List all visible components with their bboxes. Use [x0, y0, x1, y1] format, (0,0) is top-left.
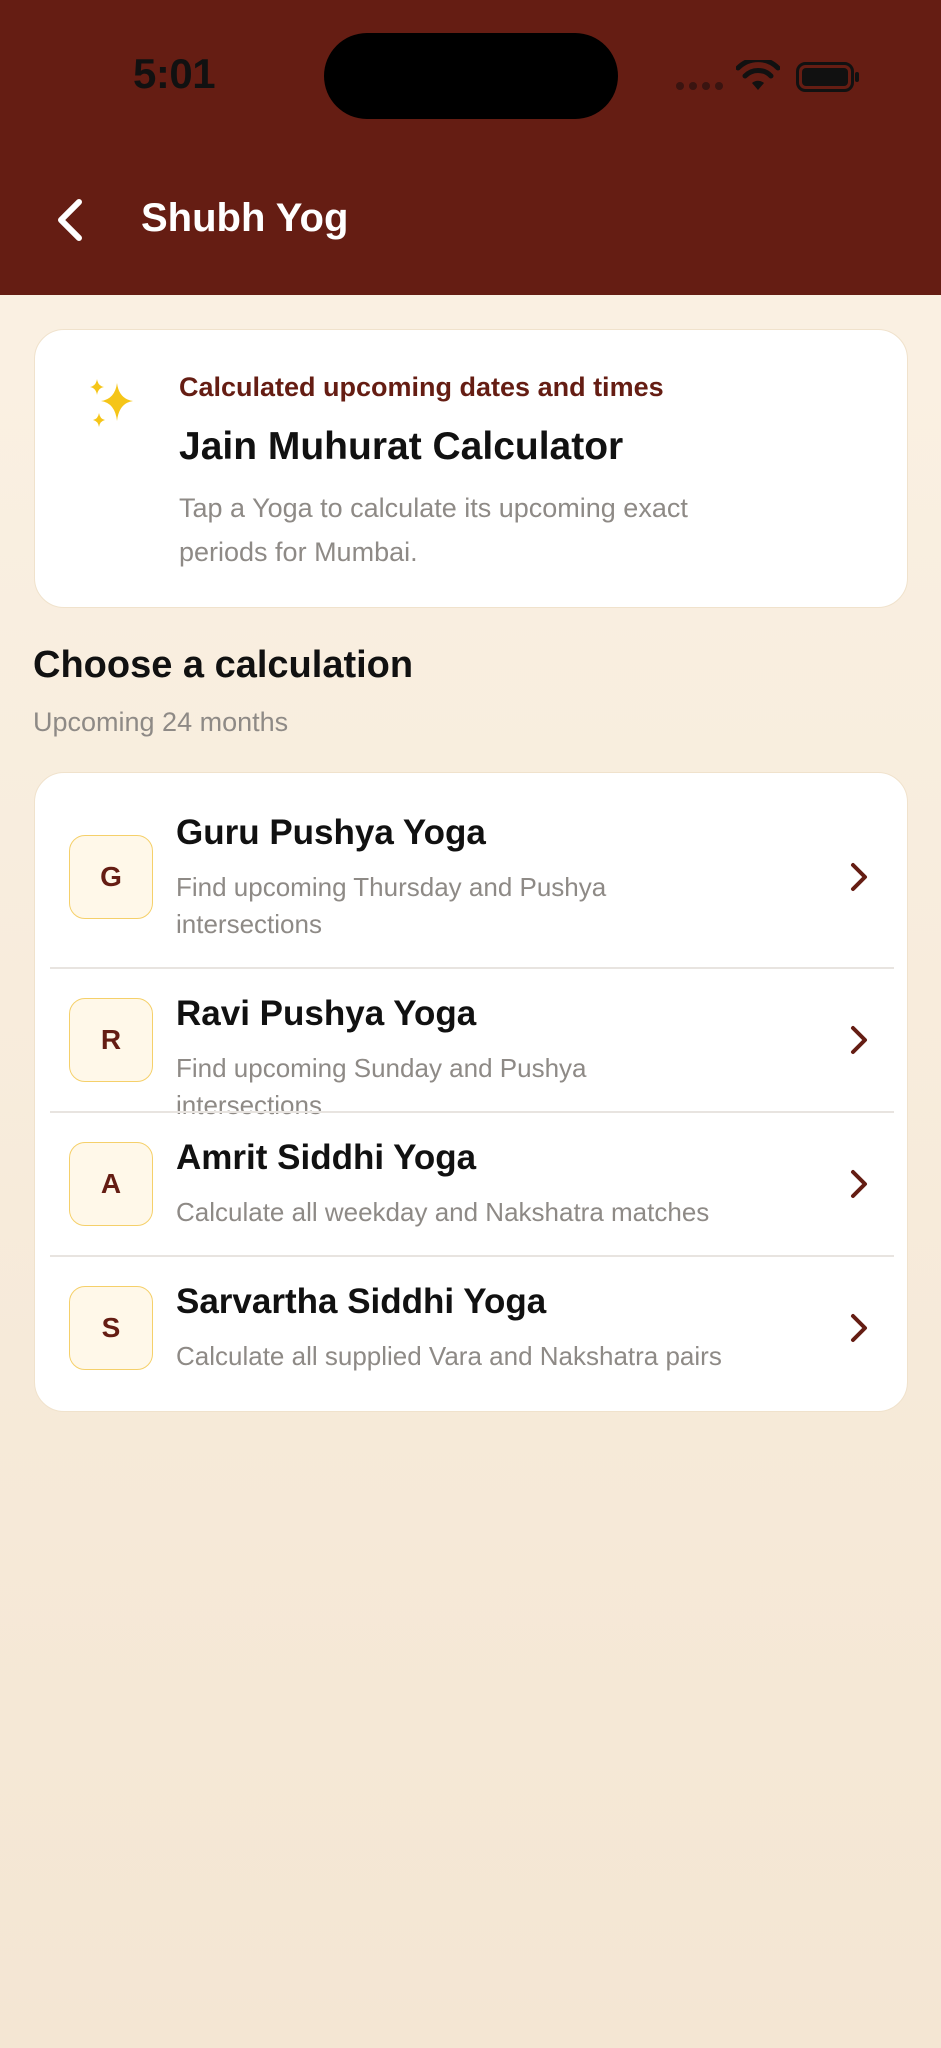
chevron-right-icon [851, 1170, 867, 1198]
chevron-right-icon [851, 863, 867, 891]
hero-eyebrow: Calculated upcoming dates and times [179, 372, 664, 402]
item-title: Ravi Pushya Yoga [176, 994, 477, 1033]
header-bar: 5:01 Shubh Yog [0, 0, 941, 295]
letter-badge: A [69, 1142, 153, 1226]
status-time: 5:01 [133, 50, 216, 97]
hero-description: Tap a Yoga to calculate its upcoming exa… [179, 493, 688, 567]
page-title: Shubh Yog [141, 196, 349, 240]
item-title: Amrit Siddhi Yoga [176, 1138, 477, 1177]
letter-badge: S [69, 1286, 153, 1370]
sparkles-icon [90, 379, 133, 427]
back-button[interactable] [44, 190, 96, 250]
letter-badge: R [69, 998, 153, 1082]
list-item-ravi-pushya-yoga[interactable]: R Ravi Pushya Yoga Find upcoming Sunday … [35, 969, 907, 1120]
hero-title: Jain Muhurat Calculator [179, 425, 624, 468]
wifi-icon [736, 60, 780, 90]
section-subtitle: Upcoming 24 months [33, 707, 289, 737]
chevron-right-icon [851, 1026, 867, 1054]
info-card: Calculated upcoming dates and times Jain… [34, 329, 908, 608]
item-title: Sarvartha Siddhi Yoga [176, 1282, 547, 1321]
list-item-guru-pushya-yoga[interactable]: G Guru Pushya Yoga Find upcoming Thursda… [35, 773, 907, 967]
item-title: Guru Pushya Yoga [176, 813, 486, 852]
cellular-signal-icon [676, 82, 723, 90]
list-item-sarvartha-siddhi-yoga[interactable]: S Sarvartha Siddhi Yoga Calculate all su… [35, 1257, 907, 1411]
letter-badge: G [69, 835, 153, 919]
item-description: Calculate all weekday and Nakshatra matc… [176, 1197, 710, 1227]
item-description: Calculate all supplied Vara and Nakshatr… [176, 1341, 722, 1371]
chevron-left-icon [58, 199, 82, 241]
list-item-amrit-siddhi-yoga[interactable]: A Amrit Siddhi Yoga Calculate all weekda… [35, 1113, 907, 1255]
item-description: Find upcoming Thursday and Pushya inters… [176, 872, 607, 939]
chevron-right-icon [851, 1314, 867, 1342]
section-title: Choose a calculation [33, 644, 414, 686]
battery-icon [796, 62, 859, 92]
dynamic-island [324, 33, 618, 119]
calculation-list: G Guru Pushya Yoga Find upcoming Thursda… [34, 772, 908, 1412]
